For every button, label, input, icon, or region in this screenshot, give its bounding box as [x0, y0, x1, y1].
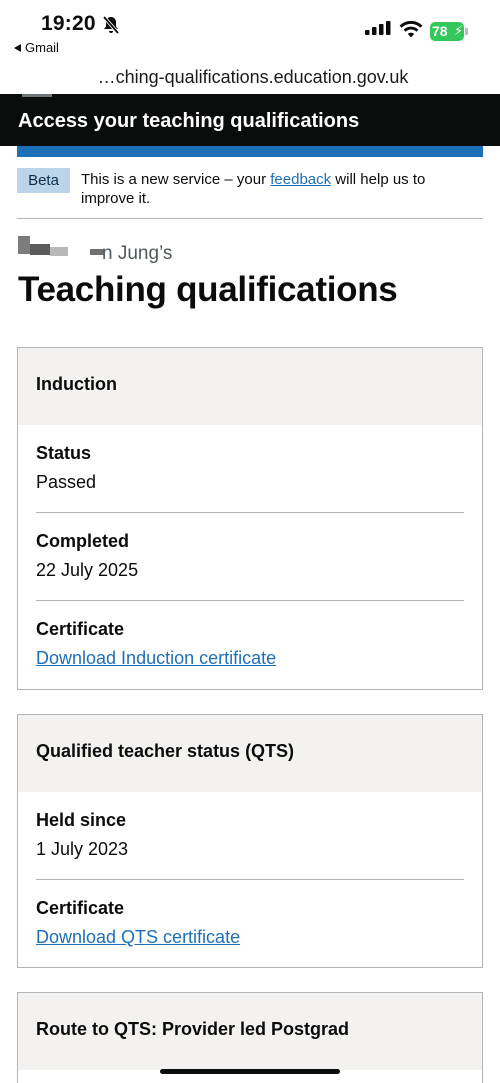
qts-summary-card: Qualified teacher status (QTS) Held sinc… [17, 714, 483, 968]
phase-banner: Beta This is a new service – your feedba… [17, 166, 483, 219]
page: 19:20 Gmail 78 ⚡ …ching-qualifications.e… [0, 0, 500, 1083]
row-value: 22 July 2025 [36, 560, 139, 580]
summary-row-status: Status Passed [36, 425, 464, 513]
header-accent-bar [17, 146, 483, 157]
battery-tip [465, 28, 468, 35]
service-name-link[interactable]: Access your teaching qualifications [18, 110, 359, 133]
row-key: Status [36, 443, 92, 463]
address-bar[interactable]: …ching-qualifications.education.gov.uk [0, 62, 500, 94]
battery-level: 78 [432, 23, 448, 39]
wifi-icon [399, 21, 423, 38]
page-title: Teaching qualifications [18, 270, 398, 309]
summary-row-certificate: Certificate Download QTS certificate [36, 880, 464, 968]
phase-banner-text: This is a new service – your feedback wi… [81, 170, 481, 208]
summary-row-completed: Completed 22 July 2025 [36, 513, 464, 601]
bell-muted-icon [102, 15, 120, 35]
row-value: Passed [36, 472, 97, 492]
back-app-label: Gmail [25, 40, 59, 55]
summary-row-certificate: Certificate Download Induction certifica… [36, 601, 464, 689]
back-to-app-link[interactable]: Gmail [14, 40, 59, 55]
header-mark [22, 94, 52, 97]
card-header: Qualified teacher status (QTS) [18, 715, 482, 792]
card-title: Route to QTS: Provider led Postgrad [36, 1019, 350, 1039]
feedback-link[interactable]: feedback [270, 171, 331, 188]
redacted-name-block [30, 244, 50, 255]
status-time: 19:20 [41, 12, 96, 35]
summary-row-held-since: Held since 1 July 2023 [36, 792, 464, 880]
charging-bolt-icon: ⚡ [454, 23, 464, 38]
phase-text-before: This is a new service – your [81, 171, 271, 188]
row-key: Held since [36, 810, 127, 830]
card-title: Induction [36, 374, 117, 394]
induction-summary-card: Induction Status Passed Completed 22 Jul… [17, 347, 483, 690]
row-value: 1 July 2023 [36, 839, 129, 859]
card-header: Induction [18, 348, 482, 425]
redacted-name-block [18, 236, 30, 254]
download-qts-certificate-link[interactable]: Download QTS certificate [36, 927, 240, 948]
page-caption: n Jung’s [102, 243, 173, 264]
url-text: …ching-qualifications.education.gov.uk [97, 67, 409, 87]
redacted-name-block [50, 247, 68, 256]
back-arrow-icon [14, 44, 21, 52]
card-title: Qualified teacher status (QTS) [36, 741, 295, 761]
row-key: Certificate [36, 898, 125, 918]
card-body: Held since 1 July 2023 Certificate Downl… [18, 792, 482, 968]
card-header: Route to QTS: Provider led Postgrad [18, 993, 482, 1070]
site-header: Access your teaching qualifications [0, 94, 500, 146]
row-key: Completed [36, 531, 130, 551]
card-body: Status Passed Completed 22 July 2025 Cer… [18, 425, 482, 689]
row-key: Certificate [36, 619, 125, 639]
status-bar: 19:20 Gmail 78 ⚡ [0, 0, 500, 62]
beta-tag: Beta [17, 168, 70, 193]
home-indicator[interactable] [160, 1069, 340, 1074]
download-induction-certificate-link[interactable]: Download Induction certificate [36, 648, 276, 669]
cellular-signal-icon [365, 21, 391, 35]
battery-icon: 78 ⚡ [430, 22, 468, 41]
